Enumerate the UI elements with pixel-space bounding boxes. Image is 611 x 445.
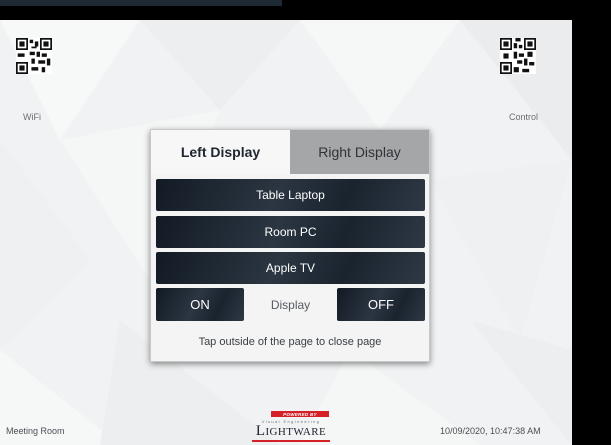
control-qr-label: Control	[509, 112, 539, 122]
source-room-pc-button[interactable]: Room PC	[156, 216, 425, 248]
logo-wordmark: Lightware	[255, 423, 327, 439]
logo-powered-by: POWERED BY	[271, 411, 329, 417]
display-off-button[interactable]: OFF	[337, 288, 425, 321]
date-time: 10/09/2020, 10:47:38 AM	[440, 426, 541, 436]
tab-left-display[interactable]: Left Display	[151, 130, 290, 174]
wifi-qr-code	[16, 38, 52, 74]
room-name: Meeting Room	[6, 426, 65, 436]
display-power-label: Display	[270, 297, 311, 312]
tablet-frame: WiFi Control Left Display Right Display …	[0, 6, 611, 445]
close-hint-text: Tap outside of the page to close page	[198, 336, 382, 348]
display-power-row: ON Display OFF	[156, 288, 425, 321]
wifi-qr-label: WiFi	[23, 112, 41, 122]
control-screen[interactable]: WiFi Control Left Display Right Display …	[0, 20, 572, 445]
control-qr-code	[500, 38, 536, 74]
lightware-logo: POWERED BY Visual Engineering Lightware	[249, 411, 333, 443]
display-tabs: Left Display Right Display	[151, 130, 429, 174]
tab-right-display[interactable]: Right Display	[290, 130, 429, 174]
display-on-button[interactable]: ON	[156, 288, 244, 321]
source-apple-tv-button[interactable]: Apple TV	[156, 252, 425, 284]
display-control-popup: Left Display Right Display Table Laptop …	[150, 129, 430, 362]
logo-underline	[252, 440, 330, 442]
source-table-laptop-button[interactable]: Table Laptop	[156, 179, 425, 211]
